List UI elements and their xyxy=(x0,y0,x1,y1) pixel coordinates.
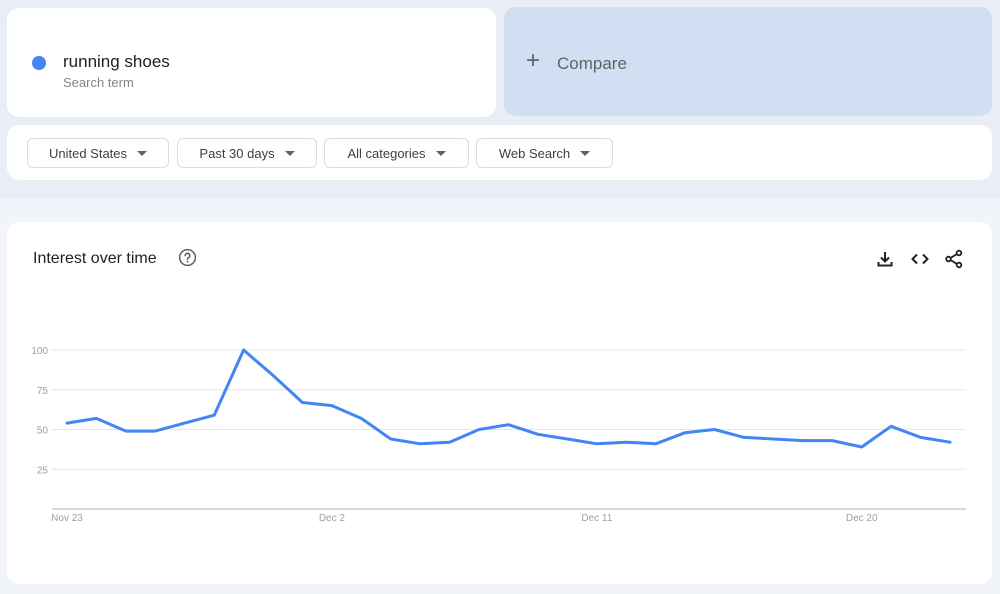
series-line xyxy=(65,348,952,449)
y-tick-label: 25 xyxy=(37,465,49,476)
line-chart: 25 50 75 100 Nov 23 Dec 2 Dec 11 Dec 20 xyxy=(31,346,966,524)
y-tick-label: 75 xyxy=(37,386,49,397)
y-tick-label: 100 xyxy=(31,346,48,357)
y-tick-label: 50 xyxy=(37,426,49,437)
x-tick-label: Dec 11 xyxy=(581,513,612,524)
x-tick-label: Dec 2 xyxy=(319,513,346,524)
x-tick-label: Dec 20 xyxy=(846,513,878,524)
x-tick-label: Nov 23 xyxy=(51,513,83,524)
